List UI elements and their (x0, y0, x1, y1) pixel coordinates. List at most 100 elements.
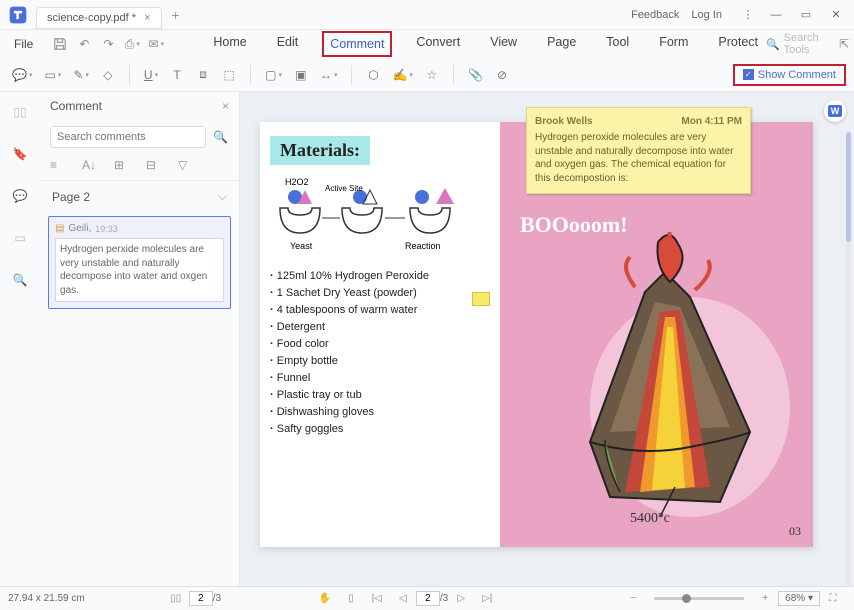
hand-tool-icon[interactable]: ✋ (314, 590, 336, 608)
comment-author: Geili, (68, 223, 91, 234)
comment-popup[interactable]: Brook Wells Mon 4:11 PM Hydrogen peroxid… (526, 107, 751, 194)
last-page-icon[interactable]: ▷| (476, 590, 498, 608)
fit-icon[interactable]: ⛶ (822, 590, 844, 608)
bookmark-icon[interactable]: 🔖 (8, 142, 32, 166)
email-icon[interactable]: ✉ (147, 35, 165, 53)
page-section-header[interactable]: Page 2 ⌵ (40, 180, 239, 212)
search-icon[interactable]: 🔍 (8, 268, 32, 292)
app-logo (0, 0, 36, 30)
menu-home[interactable]: Home (207, 31, 252, 57)
more-icon[interactable]: ⋮ (734, 3, 762, 27)
popup-body: Hydrogen peroxide molecules are very uns… (535, 131, 742, 185)
save-icon[interactable] (51, 35, 69, 53)
filter-icon[interactable]: ▽ (178, 158, 196, 176)
filter-sort-icon[interactable]: ≡ (50, 158, 68, 176)
area-tool[interactable]: ▣ (290, 63, 312, 87)
comments-icon[interactable]: 💬 (8, 184, 32, 208)
attach-tool[interactable]: 📎 (464, 63, 487, 87)
hide-tool[interactable]: ⊘ (491, 63, 513, 87)
layout-icon[interactable]: ▯▯ (165, 590, 187, 608)
scrollbar[interactable] (846, 132, 851, 592)
materials-list: 125ml 10% Hydrogen Peroxide1 Sachet Dry … (270, 268, 490, 438)
comment-time: 19:33 (95, 224, 118, 234)
shape-tool[interactable]: ▢ (261, 63, 286, 87)
show-comment-toggle[interactable]: ✓ Show Comment (733, 64, 846, 86)
temperature-label: 5400°c (630, 511, 670, 527)
zoom-slider[interactable] (654, 597, 744, 600)
first-page-icon[interactable]: |◁ (366, 590, 388, 608)
search-tools[interactable]: 🔍Search Tools (766, 32, 827, 56)
volcano-illustration (520, 232, 800, 532)
redo-icon[interactable]: ↷ (99, 35, 117, 53)
new-tab-button[interactable]: + (172, 7, 180, 23)
prev-page-icon[interactable]: ◁ (392, 590, 414, 608)
scroll-thumb[interactable] (846, 132, 851, 242)
close-tab-icon[interactable]: × (144, 12, 150, 24)
maximize-button[interactable]: ▭ (792, 3, 820, 27)
stamp2-tool[interactable]: ☆ (421, 63, 443, 87)
textbox-tool[interactable]: ⧈ (192, 63, 214, 87)
label-h2o2: H2O2 (285, 177, 309, 187)
page-input[interactable] (189, 591, 213, 606)
select-tool-icon[interactable]: ▯ (340, 590, 362, 608)
minimize-button[interactable]: — (762, 3, 790, 27)
zoom-value[interactable]: 68% ▾ (778, 591, 820, 606)
zoom-in-icon[interactable]: + (754, 590, 776, 608)
comment-card[interactable]: ▤ Geili, 19:33 Hydrogen perxide molecule… (48, 216, 231, 309)
reaction-sketch: H2O2 Active Site Yeast Reaction (270, 173, 490, 258)
close-button[interactable]: ✕ (822, 3, 850, 27)
pencil-tool[interactable]: ✎ (69, 63, 93, 87)
attachments-icon[interactable]: ▭ (8, 226, 32, 250)
next-page-icon[interactable]: ▷ (450, 590, 472, 608)
label-yeast: Yeast (290, 241, 313, 251)
highlight-tool[interactable]: ▭ (40, 63, 65, 87)
search-comments-input[interactable] (50, 126, 206, 148)
titlebar: science-copy.pdf * × + Feedback Log In ⋮… (0, 0, 854, 30)
zoom-out-icon[interactable]: − (622, 590, 644, 608)
note-tool[interactable]: 💬 (8, 63, 36, 87)
filter-expand-icon[interactable]: ⊞ (114, 158, 132, 176)
filter-collapse-icon[interactable]: ⊟ (146, 158, 164, 176)
page-dimensions: 27.94 x 21.59 cm (8, 593, 85, 604)
filter-az-icon[interactable]: A↓ (82, 158, 100, 176)
search-go-icon[interactable]: 🔍 (212, 126, 229, 148)
word-export-icon[interactable]: W (824, 100, 846, 122)
materials-heading: Materials: (270, 136, 370, 165)
underline-tool[interactable]: U (140, 63, 162, 87)
panel-close-icon[interactable]: × (222, 99, 229, 113)
note-icon: ▤ (55, 223, 64, 234)
page-input-2[interactable] (416, 591, 440, 606)
eraser-tool[interactable]: ◇ (97, 63, 119, 87)
menu-form[interactable]: Form (653, 31, 694, 57)
thumbnails-icon[interactable]: ▯▯ (8, 100, 32, 124)
menu-edit[interactable]: Edit (271, 31, 305, 57)
menu-convert[interactable]: Convert (410, 31, 466, 57)
menu-page[interactable]: Page (541, 31, 582, 57)
measure-tool[interactable]: ↔ (316, 63, 342, 87)
login-link[interactable]: Log In (691, 9, 722, 21)
popup-time: Mon 4:11 PM (681, 116, 742, 127)
file-menu[interactable]: File (4, 37, 43, 51)
signature-tool[interactable]: ✍ (388, 63, 416, 87)
page-total: /3 (213, 593, 221, 604)
panel-title: Comment (50, 99, 102, 113)
comment-body[interactable]: Hydrogen perxide molecules are very unst… (55, 238, 224, 302)
stamp-tool[interactable]: ⬡ (362, 63, 384, 87)
left-rail: ▯▯ 🔖 💬 ▭ 🔍 (0, 92, 40, 610)
menu-protect[interactable]: Protect (712, 31, 764, 57)
menu-view[interactable]: View (484, 31, 523, 57)
share-icon[interactable]: ⇱ (837, 35, 851, 53)
label-active: Active Site (325, 184, 363, 193)
popup-author: Brook Wells (535, 116, 593, 127)
menu-tool[interactable]: Tool (600, 31, 635, 57)
text-tool[interactable]: T (166, 63, 188, 87)
undo-icon[interactable]: ↶ (75, 35, 93, 53)
menu-comment[interactable]: Comment (322, 31, 392, 57)
print-icon[interactable]: ⎙ (123, 35, 141, 53)
document-tab[interactable]: science-copy.pdf * × (36, 7, 162, 29)
callout-tool[interactable]: ⬚ (218, 63, 240, 87)
feedback-link[interactable]: Feedback (631, 9, 679, 21)
sticky-note-icon[interactable] (472, 292, 490, 306)
document-area[interactable]: W Materials: H2O2 Active Site Yeast (240, 92, 854, 610)
chevron-down-icon: ⌵ (218, 189, 227, 204)
